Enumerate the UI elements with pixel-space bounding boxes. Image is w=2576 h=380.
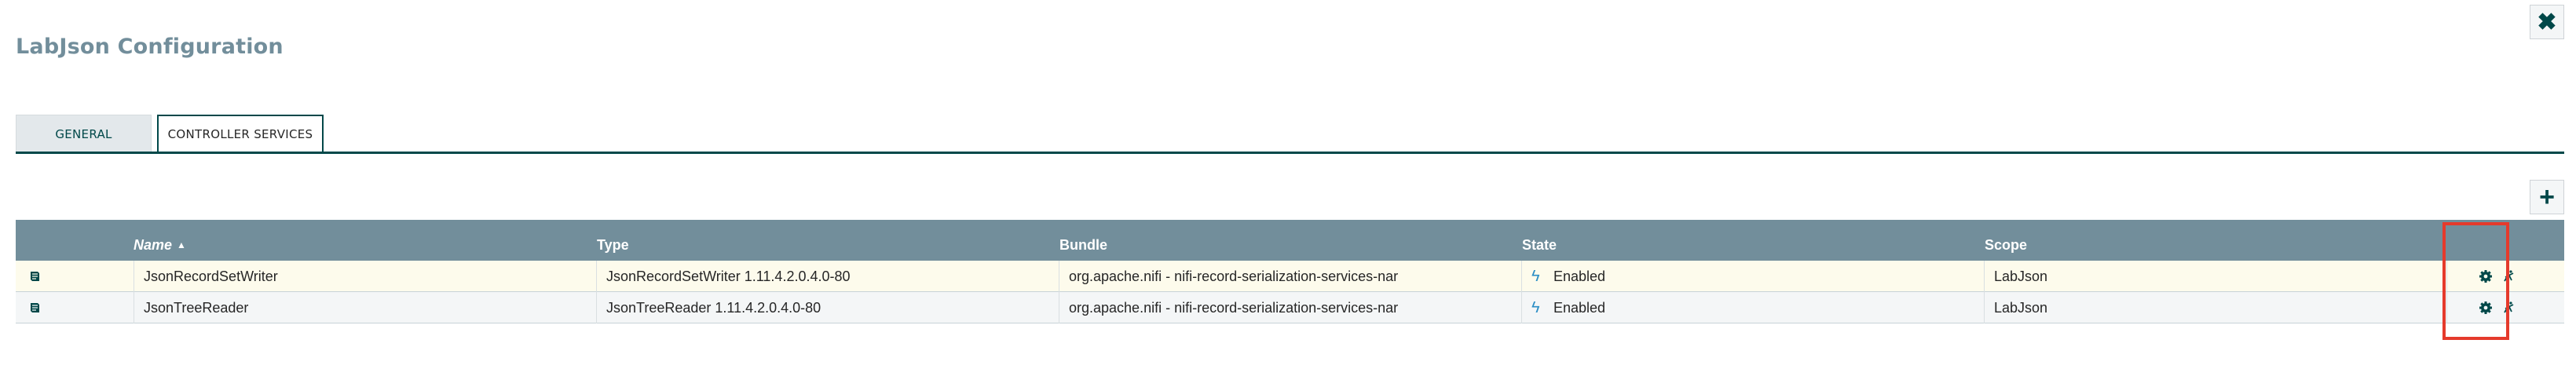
details-cell: [16, 261, 134, 292]
scope-cell: LabJson: [1984, 261, 2446, 292]
name-cell: JsonTreeReader: [134, 292, 596, 323]
type-cell: JsonRecordSetWriter 1.11.4.2.0.4.0-80: [596, 261, 1059, 292]
controller-services-table: Name ▲ Type Bundle State Scope JsonRecord…: [16, 220, 2564, 323]
gear-icon[interactable]: [2479, 301, 2493, 315]
tabs-divider: [16, 152, 2564, 154]
usage-docs-icon[interactable]: [28, 301, 41, 314]
close-button[interactable]: ✖: [2530, 5, 2564, 39]
actions-cell: [2446, 261, 2564, 292]
column-header-scope[interactable]: Scope: [1985, 220, 2027, 261]
details-cell: [16, 292, 134, 323]
column-header-bundle[interactable]: Bundle: [1059, 220, 1107, 261]
table-header: Name ▲ Type Bundle State Scope: [16, 220, 2564, 261]
name-cell: JsonRecordSetWriter: [134, 261, 596, 292]
table-row[interactable]: JsonTreeReader JsonTreeReader 1.11.4.2.0…: [16, 292, 2564, 323]
tab-controller-services[interactable]: CONTROLLER SERVICES: [157, 115, 324, 154]
bundle-cell: org.apache.nifi - nifi-record-serializat…: [1059, 292, 1521, 323]
column-header-name[interactable]: Name ▲: [134, 220, 186, 261]
type-cell: JsonTreeReader 1.11.4.2.0.4.0-80: [596, 292, 1059, 323]
dialog-title: LabJson Configuration: [16, 35, 284, 59]
enabled-bolt-icon: ϟ: [1531, 299, 1540, 316]
sort-ascending-icon: ▲: [177, 239, 186, 250]
tab-general[interactable]: GENERAL: [16, 115, 152, 152]
state-cell: ϟ Enabled: [1521, 292, 1984, 323]
disable-icon[interactable]: [2502, 269, 2516, 283]
state-cell: ϟ Enabled: [1521, 261, 1984, 292]
tab-label: CONTROLLER SERVICES: [167, 126, 313, 141]
plus-icon: +: [2539, 181, 2555, 212]
table-row[interactable]: JsonRecordSetWriter JsonRecordSetWriter …: [16, 261, 2564, 292]
column-header-type[interactable]: Type: [597, 220, 629, 261]
scope-cell: LabJson: [1984, 292, 2446, 323]
tab-label: GENERAL: [55, 126, 112, 141]
actions-cell: [2446, 292, 2564, 323]
column-header-state[interactable]: State: [1522, 220, 1557, 261]
gear-icon[interactable]: [2479, 269, 2493, 283]
usage-docs-icon[interactable]: [28, 270, 41, 283]
enabled-bolt-icon: ϟ: [1531, 268, 1540, 285]
add-controller-service-button[interactable]: +: [2530, 180, 2564, 214]
bundle-cell: org.apache.nifi - nifi-record-serializat…: [1059, 261, 1521, 292]
disable-icon[interactable]: [2502, 301, 2516, 315]
close-icon: ✖: [2537, 9, 2557, 35]
